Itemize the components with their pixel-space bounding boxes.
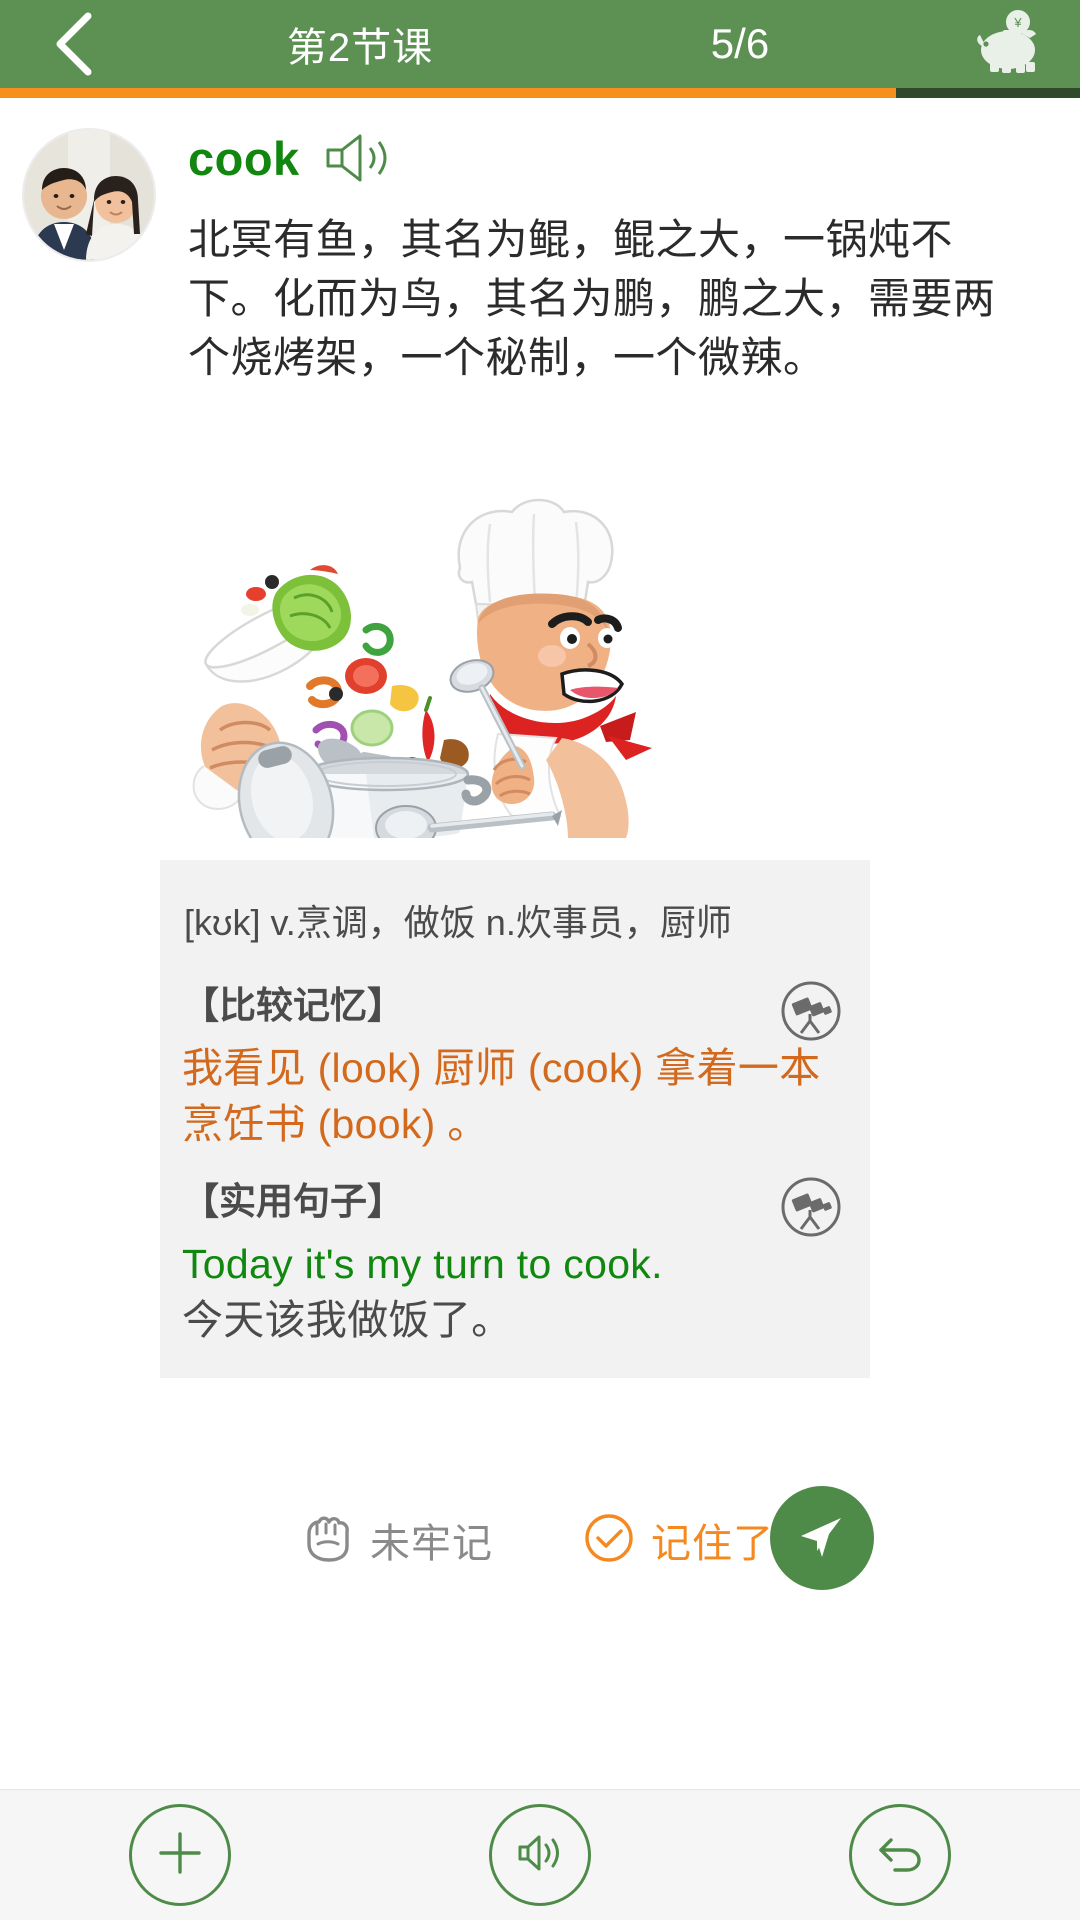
word-row: cook [188, 128, 1058, 188]
volume-circle-icon [514, 1829, 566, 1882]
piggy-bank-button[interactable]: ¥ [940, 0, 1080, 88]
chevron-left-icon [52, 10, 98, 78]
not-memorized-label: 未牢记 [370, 1522, 493, 1566]
memorized-label: 记住了 [651, 1522, 774, 1566]
telescope-icon[interactable] [776, 1172, 846, 1242]
speaker-icon[interactable] [322, 130, 394, 186]
lesson-paragraph: 北冥有鱼，其名为鲲，鲲之大，一锅炖不下。化而为鸟，其名为鹏，鹏之大，需要两个烧烤… [188, 216, 996, 381]
word-text: cook [188, 131, 300, 185]
paper-plane-icon [795, 1509, 849, 1568]
undo-button[interactable] [849, 1804, 951, 1906]
not-memorized-button[interactable]: 未牢记 [300, 1511, 493, 1569]
back-button[interactable] [0, 0, 150, 88]
telescope-icon[interactable] [776, 976, 846, 1046]
sound-button[interactable] [489, 1804, 591, 1906]
useful-sentence-english: Today it's my turn to cook. [182, 1241, 663, 1287]
svg-text:¥: ¥ [1013, 15, 1022, 30]
useful-sentence-heading: 【实用句子】 [182, 1181, 404, 1222]
compare-memory-text: 我看见 (look) 厨师 (cook) 拿着一本烹饪书 (book) 。 [182, 1045, 821, 1147]
lesson-counter: 5/6 [710, 20, 770, 67]
send-button[interactable] [770, 1486, 874, 1590]
fist-icon [300, 1512, 354, 1569]
memorized-button[interactable]: 记住了 [583, 1511, 774, 1569]
piggy-bank-icon: ¥ [972, 9, 1048, 79]
lesson-content: cook 北冥有鱼，其名为鲲，鲲之大，一锅炖不下。化而为鸟，其名为鹏，鹏之大，需… [0, 98, 1080, 1790]
compare-memory-section: 【比较记忆】 我看见 (look) 厨师 (cook) 拿着一本烹饪书 (boo… [182, 980, 842, 1152]
add-button[interactable] [129, 1804, 231, 1906]
plus-circle-icon [153, 1826, 207, 1885]
word-card-header: cook 北冥有鱼，其名为鲲，鲲之大，一锅炖不下。化而为鸟，其名为鹏，鹏之大，需… [22, 128, 1058, 387]
phonetic-definition: [kʊk] v.烹调，做饭 n.炊事员，厨师 [184, 902, 732, 943]
chef-cooking-illustration [160, 498, 690, 838]
lesson-progress-track [0, 88, 1080, 98]
action-row: 未牢记 记住了 [160, 1480, 874, 1600]
useful-sentence-chinese: 今天该我做饭了。 [182, 1297, 513, 1343]
avatar[interactable] [22, 128, 156, 262]
useful-sentence-section: 【实用句子】 Today it's my turn to cook. 今天该我做… [182, 1176, 842, 1348]
page-title: 第2节课 [286, 26, 434, 70]
lesson-progress-fill [0, 88, 897, 98]
check-circle-icon [583, 1512, 635, 1569]
word-card-body: cook 北冥有鱼，其名为鲲，鲲之大，一锅炖不下。化而为鸟，其名为鹏，鹏之大，需… [188, 128, 1058, 387]
app-header: 第2节课 5/6 ¥ [0, 0, 1080, 88]
compare-memory-heading: 【比较记忆】 [182, 985, 404, 1026]
bottom-toolbar [0, 1789, 1080, 1920]
definition-box: [kʊk] v.烹调，做饭 n.炊事员，厨师 【比较记忆】 我看见 (look)… [160, 860, 870, 1378]
undo-circle-icon [873, 1828, 927, 1883]
